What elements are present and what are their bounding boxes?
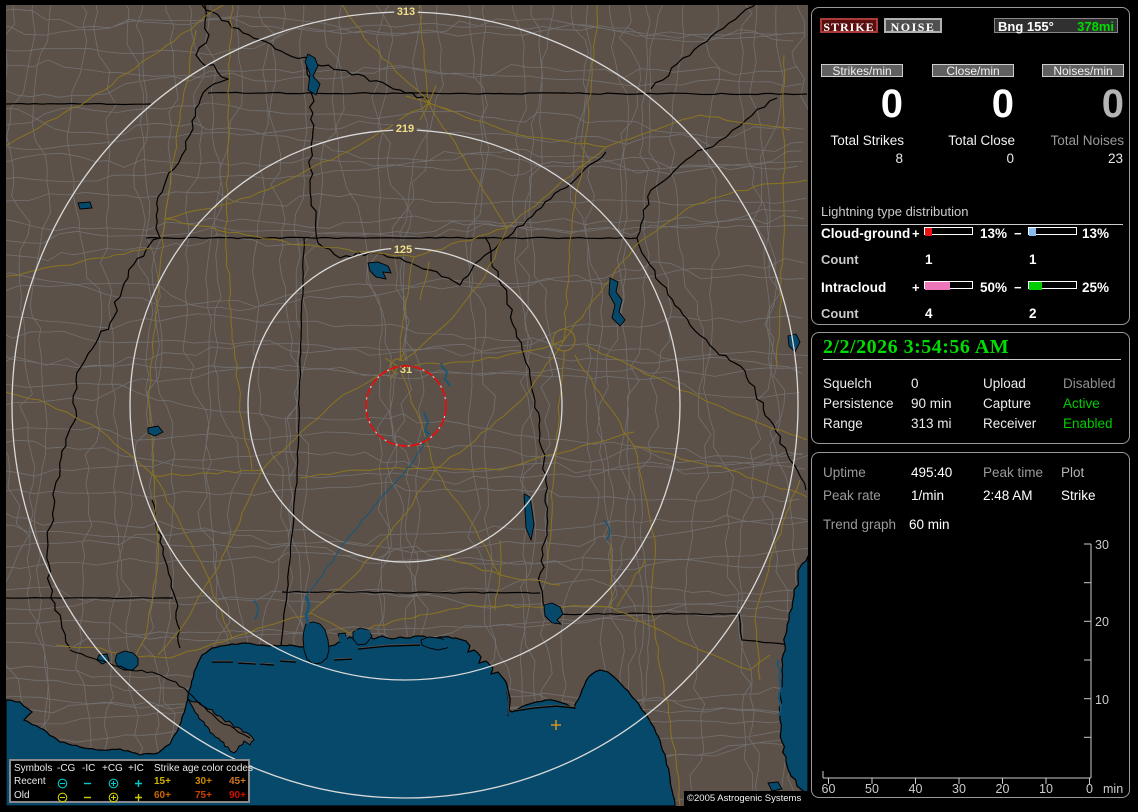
svg-text:219: 219 (396, 123, 414, 135)
svg-text:40: 40 (909, 782, 923, 796)
svg-text:20: 20 (1095, 615, 1109, 629)
svg-text:30: 30 (952, 782, 966, 796)
svg-text:313: 313 (397, 6, 415, 18)
svg-text:20: 20 (996, 782, 1010, 796)
svg-text:125: 125 (394, 244, 412, 256)
svg-text:60: 60 (822, 782, 836, 796)
svg-text:50: 50 (865, 782, 879, 796)
svg-text:10: 10 (1039, 782, 1053, 796)
svg-text:30: 30 (1095, 538, 1109, 552)
svg-text:min: min (1103, 782, 1123, 796)
svg-text:0: 0 (1086, 782, 1093, 796)
svg-text:10: 10 (1095, 693, 1109, 707)
